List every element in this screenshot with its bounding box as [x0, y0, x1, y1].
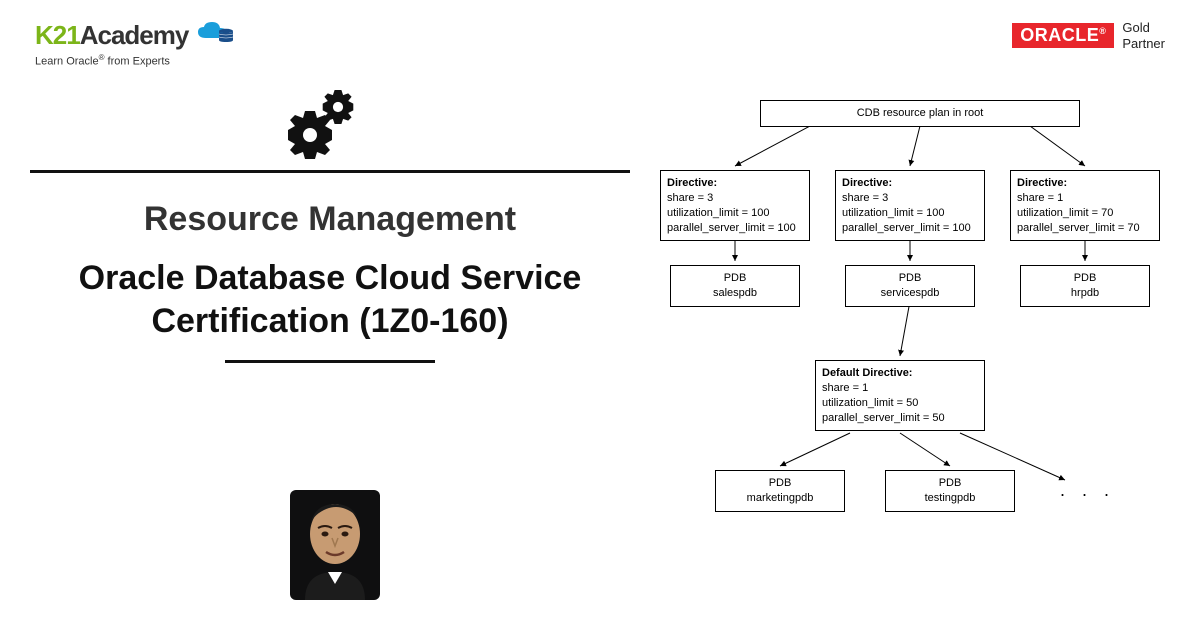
main-title: Oracle Database Cloud Service Certificat…	[30, 257, 630, 342]
directive-box-1: Directive: share = 3 utilization_limit =…	[660, 170, 810, 241]
cloud-db-icon	[196, 20, 236, 51]
directive-box-3: Directive: share = 1 utilization_limit =…	[1010, 170, 1160, 241]
gears-icon	[280, 85, 375, 170]
directive-box-2: Directive: share = 3 utilization_limit =…	[835, 170, 985, 241]
k21-logo: K21Academy Learn Oracle® from Experts	[35, 20, 236, 68]
pdb-box-services: PDB servicespdb	[845, 265, 975, 307]
pdb-box-sales: PDB salespdb	[670, 265, 800, 307]
cdb-resource-plan-diagram: CDB resource plan in root Directive: sha…	[660, 100, 1170, 600]
ellipsis: . . .	[1060, 480, 1115, 501]
default-directive-box: Default Directive: share = 1 utilization…	[815, 360, 985, 431]
logo-k21-suffix: Academy	[80, 20, 189, 50]
logo-k21-prefix: K21	[35, 20, 80, 50]
presenter-avatar	[290, 490, 380, 600]
divider-top	[30, 170, 630, 173]
partner-line2: Partner	[1122, 36, 1165, 52]
title-block: Resource Management Oracle Database Clou…	[30, 200, 630, 363]
logo-tagline-pre: Learn Oracle	[35, 56, 99, 68]
oracle-partner-badge: ORACLE® Gold Partner	[1012, 20, 1165, 51]
oracle-logo: ORACLE®	[1012, 23, 1114, 48]
logo-tagline-post: from Experts	[105, 56, 170, 68]
cdb-root-box: CDB resource plan in root	[760, 100, 1080, 127]
pdb-box-marketing: PDB marketingpdb	[715, 470, 845, 512]
divider-under-title	[225, 360, 435, 363]
partner-line1: Gold	[1122, 20, 1165, 36]
pdb-box-testing: PDB testingpdb	[885, 470, 1015, 512]
pdb-box-hr: PDB hrpdb	[1020, 265, 1150, 307]
subtitle: Resource Management	[30, 200, 630, 239]
